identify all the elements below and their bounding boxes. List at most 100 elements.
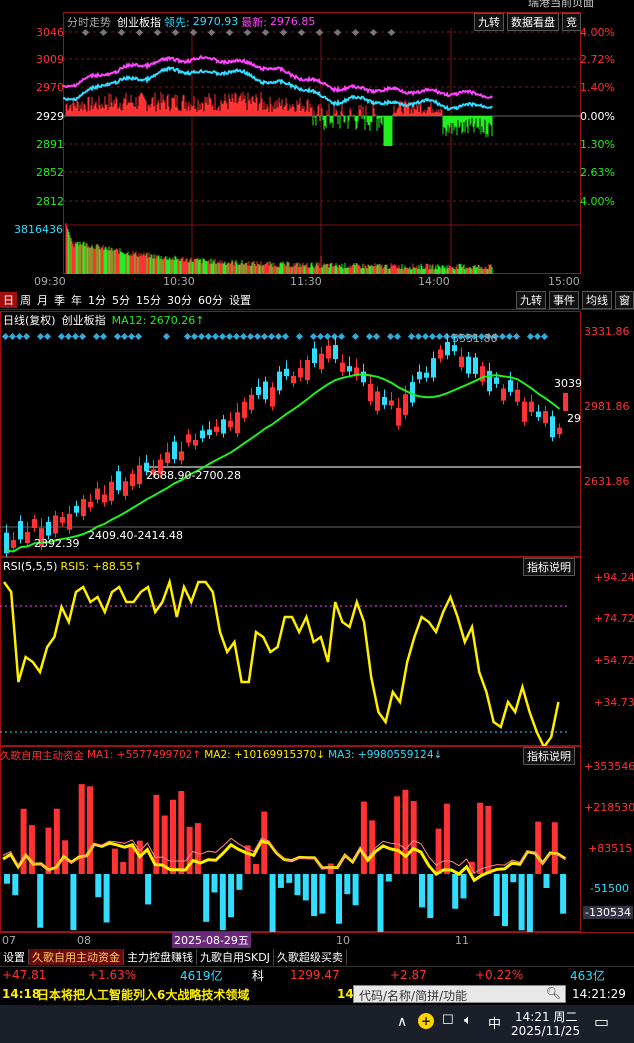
candle-body (347, 366, 352, 372)
search-input[interactable]: 代码/名称/简拼/功能 (359, 987, 467, 1004)
money-bar (253, 863, 259, 874)
candle-body (487, 370, 492, 392)
signal-marker (414, 332, 423, 341)
money-tick: -130534 (583, 906, 633, 919)
period-day[interactable]: 日 (0, 292, 17, 308)
candle-body (557, 427, 562, 435)
money-bar (87, 786, 93, 874)
kline-btn-ma[interactable]: 均线 (582, 291, 612, 309)
network-icon[interactable]: ☐ (442, 1013, 454, 1028)
date-label: 11 (455, 933, 469, 947)
candle-body (473, 357, 478, 374)
event-marker (279, 28, 288, 37)
event-marker (117, 28, 126, 37)
taskbar-time[interactable]: 14:21 周二 (515, 1008, 577, 1025)
date-label: 07 (2, 933, 16, 947)
kline-price-tick: 2631.86 (584, 475, 630, 488)
tab-settings[interactable]: 设置 (0, 948, 29, 965)
money-bar (477, 802, 484, 874)
signal-marker (365, 332, 374, 341)
candle-body (459, 356, 464, 368)
quote-amount2: 463亿 (570, 968, 605, 983)
candle-body (536, 411, 541, 418)
signal-marker (512, 332, 521, 341)
candle-body (11, 540, 16, 548)
period-settings[interactable]: 设置 (226, 292, 254, 308)
money-bar (377, 874, 384, 932)
money-tick: +353546 (584, 760, 634, 773)
kline-btn-window[interactable]: 窗 (615, 291, 634, 309)
news-headline[interactable]: 日本将把人工智能列入6大战略技术领域 (37, 986, 249, 1003)
kline-annot-right1: 3039 (554, 377, 582, 390)
speaker-icon[interactable]: 🔈︎ (464, 1013, 472, 1028)
money-bar (543, 874, 550, 889)
period-quarter[interactable]: 季 (51, 292, 68, 308)
candle-body (88, 501, 93, 508)
app-tray-icon[interactable]: + (418, 1013, 434, 1029)
money-bar (402, 789, 409, 874)
period-toolbar: 日 周 月 季 年 1分 5分 15分 30分 60分 设置 九转 事件 均线 … (0, 291, 634, 310)
candle-body (403, 394, 408, 415)
candle-body (508, 380, 513, 392)
signal-marker (8, 332, 17, 341)
search-box[interactable]: 代码/名称/简拼/功能 🔍︎ (353, 985, 566, 1003)
intraday-pct-tick: 1.30% (580, 138, 615, 151)
tab-super-trade[interactable]: 久歌超级买卖 (274, 948, 347, 965)
money-bar (103, 874, 110, 923)
news-bar: 14:18 日本将把人工智能列入6大战略技术领域 14 代码/名称/简拼/功能 … (0, 984, 634, 1004)
candle-body (326, 345, 331, 359)
candle-body (291, 375, 296, 384)
chevron-up-icon[interactable]: ∧ (397, 1014, 407, 1030)
clock: 14:21:29 (572, 987, 626, 1001)
signal-marker (113, 332, 122, 341)
signal-marker (232, 332, 241, 341)
notification-icon[interactable]: ▭ (594, 1012, 609, 1031)
kline-btn-jiuzhuan[interactable]: 九转 (516, 291, 546, 309)
signal-marker (22, 332, 31, 341)
search-icon[interactable]: 🔍︎ (546, 986, 561, 1000)
tab-active-money[interactable]: 久歌自用主动资金 (29, 948, 124, 965)
money-bar (419, 874, 425, 908)
candle-body (25, 531, 30, 544)
signal-marker (162, 332, 171, 341)
candle-body (95, 488, 100, 500)
candle-body (130, 473, 135, 486)
candle-body (277, 371, 282, 391)
quote-pct: +1.63% (88, 968, 137, 982)
kline-annot-high: 3331.86 (452, 332, 498, 345)
period-5min[interactable]: 5分 (109, 292, 133, 308)
intraday-pct-tick: 4.00% (580, 195, 615, 208)
money-bar (37, 874, 44, 928)
candle-body (193, 439, 198, 446)
period-year[interactable]: 年 (68, 292, 85, 308)
quote-market: 科 (252, 968, 265, 983)
period-60min[interactable]: 60分 (195, 292, 226, 308)
tab-main-control[interactable]: 主力控盘赚钱 (124, 948, 197, 965)
date-label-selected: 2025-08-29五 (172, 932, 251, 948)
money-bar (211, 874, 218, 893)
quote-change2: +2.87 (390, 968, 427, 982)
candle-body (445, 342, 450, 356)
period-month[interactable]: 月 (34, 292, 51, 308)
money-bar (452, 874, 459, 909)
quote-amount: 4619亿 (180, 968, 223, 983)
kline-btn-events[interactable]: 事件 (549, 291, 579, 309)
period-15min[interactable]: 15分 (133, 292, 164, 308)
period-1min[interactable]: 1分 (85, 292, 109, 308)
event-marker (171, 28, 180, 37)
taskbar-date[interactable]: 2025/11/25 (511, 1024, 580, 1038)
signal-marker (407, 332, 416, 341)
tab-skdj[interactable]: 九歌自用SKDJ (197, 948, 274, 965)
event-marker (369, 28, 378, 37)
event-marker (81, 28, 90, 37)
window-title-fragment: 瑞港当前页面 (528, 0, 594, 9)
candle-body (550, 416, 555, 438)
candle-body (375, 391, 380, 411)
signal-marker (36, 332, 45, 341)
period-30min[interactable]: 30分 (164, 292, 195, 308)
kline-range-low-left: 2392.39 (34, 537, 80, 550)
money-bar (518, 874, 525, 931)
ime-icon[interactable]: 中 (488, 1013, 501, 1032)
candle-body (179, 451, 184, 461)
period-week[interactable]: 周 (17, 292, 34, 308)
